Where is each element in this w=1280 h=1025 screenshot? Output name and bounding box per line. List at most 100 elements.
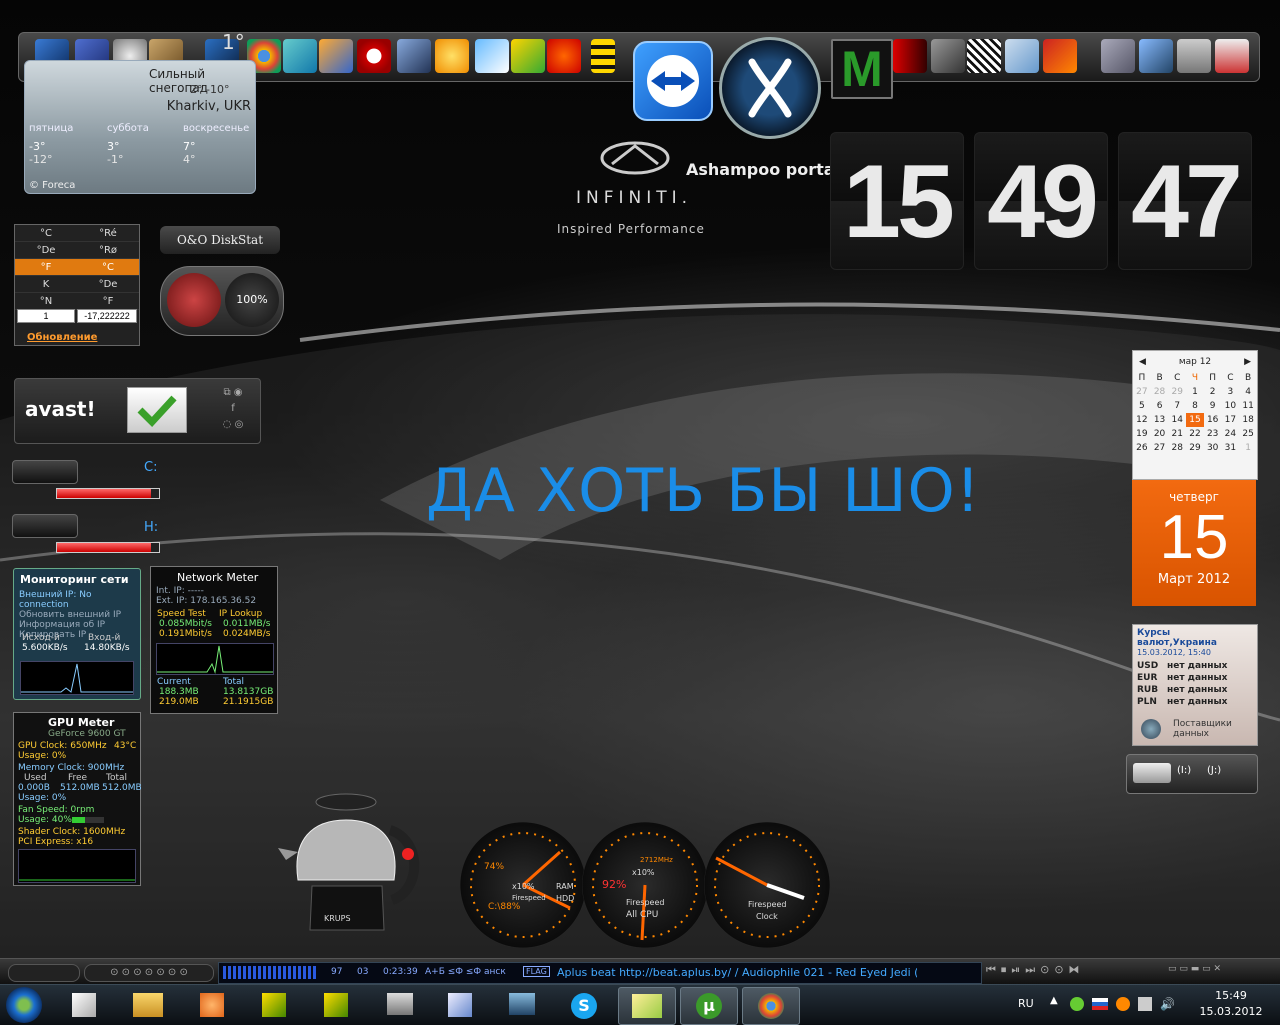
converter-update-link[interactable]: Обновление — [27, 332, 97, 343]
converter-row[interactable]: °De °Rø — [15, 241, 139, 259]
taskbar-chrome-icon[interactable] — [742, 987, 800, 1025]
converter-unit[interactable]: °C — [15, 225, 77, 242]
calendar-day[interactable]: 2 — [1204, 385, 1222, 399]
utility-icon[interactable] — [475, 39, 509, 73]
converter-row[interactable]: °C °Ré — [15, 225, 139, 242]
start-button[interactable] — [6, 987, 42, 1023]
converter-unit[interactable]: °De — [15, 241, 77, 259]
netmon-action[interactable]: Информация об IP — [14, 620, 140, 630]
avast-status-check-icon[interactable] — [127, 387, 187, 433]
taskbar-skype-icon[interactable]: S — [556, 987, 612, 1023]
calendar-next-icon[interactable]: ▶ — [1244, 357, 1251, 367]
diskstat-title[interactable]: O&O DiskStat — [160, 226, 280, 254]
calendar-day[interactable]: 30 — [1204, 441, 1222, 455]
converter-row[interactable]: °N °F — [15, 292, 139, 310]
calendar-day[interactable]: 9 — [1204, 399, 1222, 413]
tray-orange-icon[interactable] — [1116, 997, 1130, 1011]
taskbar-editor-icon[interactable] — [432, 987, 488, 1023]
full-recycle-bin-icon[interactable] — [1215, 39, 1249, 73]
calendar-day[interactable]: 19 — [1133, 427, 1151, 441]
calendar-day[interactable]: 4 — [1239, 385, 1257, 399]
weather-gadget[interactable]: Сильный снегопад 2° -10° Kharkiv, UKR пя… — [24, 60, 256, 194]
calendar-day[interactable]: 1 — [1239, 441, 1257, 455]
cpu-gauge[interactable]: 2712MHz x10% 92% Firespeed All CPU — [582, 822, 708, 948]
calendar-day[interactable]: 22 — [1186, 427, 1204, 441]
currency-providers-link[interactable]: Поставщики данных — [1173, 719, 1253, 739]
calendar-prev-icon[interactable]: ◀ — [1139, 357, 1146, 367]
tray-time[interactable]: 15:49 — [1196, 989, 1266, 1002]
calendar-day[interactable]: 16 — [1204, 413, 1222, 427]
calendar-day[interactable]: 7 — [1168, 399, 1186, 413]
calendar-day[interactable]: 11 — [1239, 399, 1257, 413]
taskbar-explorer-icon[interactable] — [120, 987, 176, 1023]
calendar-day[interactable]: 18 — [1239, 413, 1257, 427]
x-app-icon[interactable] — [719, 37, 821, 139]
cart-icon[interactable] — [319, 39, 353, 73]
converter-unit[interactable]: °F — [15, 258, 77, 276]
avast-share-icons[interactable]: ⧉ ◉ f ◌ ◎ — [213, 385, 253, 435]
taskbar-notepad-icon[interactable] — [56, 987, 112, 1023]
recycle-bin-icon[interactable] — [1177, 39, 1211, 73]
aida64-icon[interactable] — [931, 39, 965, 73]
taskbar-utorrent-icon[interactable]: µ — [680, 987, 738, 1025]
taskbar-monitor-icon[interactable] — [372, 987, 428, 1023]
calendar-day[interactable]: 25 — [1239, 427, 1257, 441]
diskstat-gadget[interactable]: 100% — [160, 266, 284, 336]
taskbar-media-player-icon[interactable] — [184, 987, 240, 1023]
converter-unit[interactable]: °C — [77, 258, 139, 276]
drive-h-meter[interactable]: H: — [12, 514, 160, 554]
calendar-day[interactable]: 29 — [1168, 385, 1186, 399]
network-icon[interactable] — [1139, 39, 1173, 73]
teamviewer-icon[interactable] — [633, 41, 713, 121]
tray-date[interactable]: 15.03.2012 — [1196, 1005, 1266, 1018]
calendar-day[interactable]: 26 — [1133, 441, 1151, 455]
netmon-action[interactable]: Обновить внешний IP — [14, 610, 140, 620]
removable-drives-gadget[interactable]: (I:) (J:) — [1126, 754, 1258, 794]
calendar-day[interactable]: 10 — [1222, 399, 1240, 413]
calendar-day[interactable]: 3 — [1222, 385, 1240, 399]
playback-controls[interactable]: ⏮⏹⏯⏭⊙⊙⧓ — [986, 963, 1152, 981]
converter-unit[interactable]: °Ré — [77, 225, 139, 242]
calendar-day[interactable]: 20 — [1151, 427, 1169, 441]
tray-app-icon[interactable] — [1070, 997, 1084, 1011]
qr-code-icon[interactable] — [967, 39, 1001, 73]
calendar-day[interactable]: 8 — [1186, 399, 1204, 413]
converter-input-right[interactable] — [77, 309, 137, 323]
day-card-gadget[interactable]: четверг 15 Март 2012 — [1132, 480, 1256, 606]
removable-drive-i[interactable]: (I:) — [1177, 765, 1191, 776]
converter-unit[interactable]: K — [15, 275, 77, 293]
nero-icon[interactable] — [435, 39, 469, 73]
weather-provider[interactable]: © Foreca — [29, 180, 75, 191]
calendar-day[interactable]: 23 — [1204, 427, 1222, 441]
calendar-day[interactable]: 27 — [1133, 385, 1151, 399]
eye-icon[interactable] — [547, 39, 581, 73]
converter-unit[interactable]: °F — [77, 292, 139, 310]
removable-drive-j[interactable]: (J:) — [1207, 765, 1221, 776]
converter-unit[interactable]: °Rø — [77, 241, 139, 259]
calendar-day[interactable]: 31 — [1222, 441, 1240, 455]
converter-row[interactable]: K °De — [15, 275, 139, 293]
ram-hdd-gauge[interactable]: 74% x10% RAM HDD Firespeed C:\88% — [460, 822, 586, 948]
drive-c-meter[interactable]: C: — [12, 460, 160, 500]
converter-unit[interactable]: °De — [77, 275, 139, 293]
volume-icon[interactable]: 🔊 — [1160, 997, 1175, 1011]
converter-input-left[interactable] — [17, 309, 75, 323]
tools-icon[interactable] — [283, 39, 317, 73]
taskbar-excel-icon[interactable] — [246, 987, 302, 1023]
calendar-day[interactable]: 28 — [1151, 385, 1169, 399]
calculator-icon[interactable] — [1005, 39, 1039, 73]
calendar-day[interactable]: 28 — [1168, 441, 1186, 455]
converter-row-selected[interactable]: °F °C — [15, 258, 139, 276]
calendar-day[interactable]: 14 — [1168, 413, 1186, 427]
russian-flag-icon[interactable] — [1092, 998, 1108, 1010]
bird-icon[interactable] — [511, 39, 545, 73]
window-controls[interactable]: ▭ ▭ ▬ ▭ ✕ — [1168, 964, 1272, 980]
ip-lookup-link[interactable]: IP Lookup — [219, 609, 262, 619]
media-menu-button[interactable] — [8, 964, 80, 982]
calendar-day[interactable]: 24 — [1222, 427, 1240, 441]
calendar-day[interactable]: 1 — [1186, 385, 1204, 399]
calendar-day[interactable]: 17 — [1222, 413, 1240, 427]
graphics-app-icon[interactable] — [1043, 39, 1077, 73]
calendar-day[interactable]: 12 — [1133, 413, 1151, 427]
avast-gadget[interactable]: avast! ⧉ ◉ f ◌ ◎ — [14, 378, 261, 444]
